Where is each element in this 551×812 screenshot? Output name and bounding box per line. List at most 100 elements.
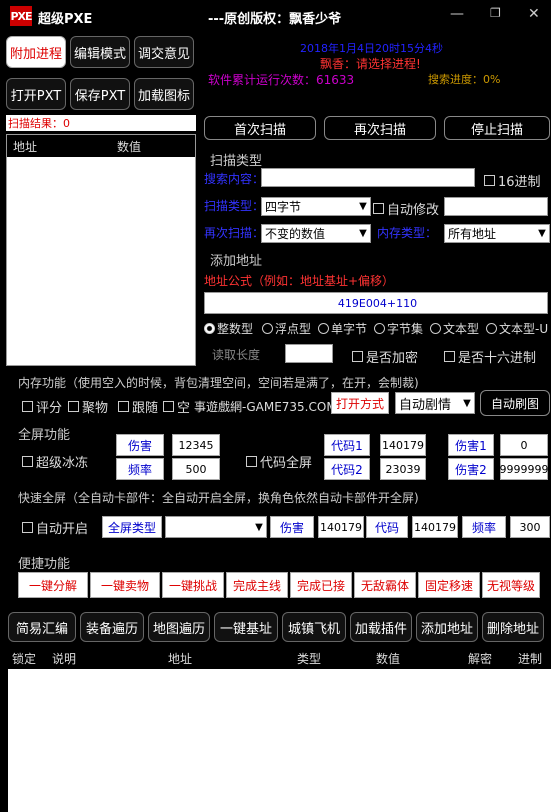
check-gather[interactable]: 聚物 [68, 397, 108, 416]
convenient-button-speed[interactable]: 固定移速 [418, 572, 480, 598]
address-table-body[interactable] [8, 669, 551, 812]
auto-modify-input[interactable] [444, 197, 548, 216]
auto-map-button[interactable]: 自动刷图 [480, 390, 550, 416]
scan-result-list[interactable]: 地址 数值 [6, 134, 196, 366]
harm2-button[interactable]: 伤害2 [448, 458, 494, 480]
check-empty[interactable]: 空 [163, 397, 190, 416]
open-pxt-button[interactable]: 打开PXT [6, 78, 66, 110]
convenient-button-sell[interactable]: 一键卖物 [90, 572, 160, 598]
map-traverse-button[interactable]: 地图遍历 [148, 612, 210, 642]
load-plugin-button[interactable]: 加载插件 [350, 612, 412, 642]
rescan-select[interactable]: 不变的数值 ▼ [261, 224, 371, 243]
scan-type-label: 扫描类型： [204, 199, 265, 213]
auto-modify-checkbox[interactable]: 自动修改 [373, 199, 439, 218]
auto-open-checkbox[interactable]: 自动开启 [22, 518, 88, 537]
save-pxt-button[interactable]: 保存PXT [70, 78, 130, 110]
minimize-icon[interactable]: — [450, 6, 464, 22]
chevron-down-icon: ▼ [359, 228, 367, 239]
code1-value[interactable]: 140179 [380, 434, 426, 456]
check-follow[interactable]: 跟随 [118, 397, 158, 416]
radio-float[interactable]: 浮点型 [262, 320, 311, 337]
convenient-button-invincible[interactable]: 无敌霸体 [354, 572, 416, 598]
auto-modify-label: 自动修改 [387, 203, 440, 218]
code2-button[interactable]: 代码2 [324, 458, 370, 480]
quick-code-value[interactable]: 140179 [412, 516, 458, 538]
harm-value[interactable]: 12345 [172, 434, 220, 456]
check-gather-label: 聚物 [82, 401, 109, 416]
quick-code-button[interactable]: 代码 [366, 516, 408, 538]
hex-checkbox[interactable]: 是否十六进制 [444, 347, 536, 366]
chevron-down-icon: ▼ [359, 201, 367, 212]
search-content-input[interactable] [261, 168, 475, 187]
harm1-value[interactable]: 0 [500, 434, 548, 456]
check-empty-label: 空 [177, 401, 191, 416]
next-scan-button[interactable]: 再次扫描 [324, 116, 436, 140]
tab-attach-process[interactable]: 附加进程 [6, 36, 66, 68]
stop-scan-button[interactable]: 停止扫描 [444, 116, 550, 140]
one-key-base-button[interactable]: 一键基址 [214, 612, 278, 642]
convenient-button-accepted[interactable]: 完成已接 [290, 572, 352, 598]
mem-type-select[interactable]: 所有地址 ▼ [444, 224, 550, 243]
radio-byte-label: 单字节 [331, 322, 368, 336]
first-scan-button[interactable]: 首次扫描 [204, 116, 316, 140]
fullscreen-type-button[interactable]: 全屏类型 [102, 516, 162, 538]
town-plane-button[interactable]: 城镇飞机 [282, 612, 346, 642]
check-score[interactable]: 评分 [22, 397, 62, 416]
restore-icon[interactable]: ❐ [490, 6, 501, 20]
radio-byteset[interactable]: 字节集 [374, 320, 423, 337]
simple-asm-button[interactable]: 简易汇编 [8, 612, 76, 642]
read-length-input[interactable] [285, 344, 333, 363]
mem-type-label: 内存类型： [377, 226, 438, 240]
col-value: 数值 [376, 651, 401, 666]
harm-button[interactable]: 伤害 [116, 434, 164, 456]
freq-value[interactable]: 500 [172, 458, 220, 480]
radio-integer[interactable]: 整数型 [204, 320, 253, 337]
tab-edit-mode[interactable]: 编辑模式 [70, 36, 130, 68]
datetime-text: 2018年1月4日20时15分4秒 [300, 42, 443, 55]
col-desc: 说明 [52, 651, 77, 666]
convenient-button-main-quest[interactable]: 完成主线 [226, 572, 288, 598]
app-title: 超级PXE [38, 12, 93, 27]
equip-traverse-button[interactable]: 装备遍历 [80, 612, 144, 642]
hex-label: 是否十六进制 [458, 351, 537, 366]
watermark-text: 事遊戲網-GAME735.COM [194, 398, 337, 415]
code-full-checkbox[interactable]: 代码全屏 [246, 452, 312, 471]
scan-type-select[interactable]: 四字节 ▼ [261, 197, 371, 216]
radio-text[interactable]: 文本型 [430, 320, 479, 337]
auto-plot-select[interactable]: 自动剧情 ▼ [395, 392, 475, 414]
freq-button[interactable]: 频率 [116, 458, 164, 480]
encrypted-label: 是否加密 [366, 351, 419, 366]
formula-input[interactable]: 419E004+110 [204, 292, 548, 314]
convenient-button-challenge[interactable]: 一键挑战 [162, 572, 224, 598]
tab-feedback[interactable]: 调交意见 [134, 36, 194, 68]
delete-address-button[interactable]: 删除地址 [482, 612, 544, 642]
radio-byte[interactable]: 单字节 [318, 320, 367, 337]
code1-button[interactable]: 代码1 [324, 434, 370, 456]
radio-text-u-label: 文本型-U [499, 322, 549, 336]
quick-harm-button[interactable]: 伤害 [270, 516, 314, 538]
fullscreen-title: 全屏功能 [18, 428, 71, 443]
harm2-value[interactable]: 9999999 [500, 458, 549, 480]
encrypted-checkbox[interactable]: 是否加密 [352, 347, 418, 366]
convenient-button-decompose[interactable]: 一键分解 [18, 572, 88, 598]
convenient-button-ignore-level[interactable]: 无视等级 [482, 572, 540, 598]
code2-value[interactable]: 23039 [380, 458, 426, 480]
add-address-button[interactable]: 添加地址 [416, 612, 478, 642]
quick-freq-value[interactable]: 300 [510, 516, 550, 538]
app-subtitle: ---原创版权：飘香少爷 [208, 12, 342, 27]
col-lock: 锁定 [12, 651, 37, 666]
radio-float-label: 浮点型 [275, 322, 312, 336]
radio-text-u[interactable]: 文本型-U [486, 320, 551, 337]
quick-harm-value[interactable]: 140179 [318, 516, 364, 538]
quick-freq-button[interactable]: 频率 [462, 516, 506, 538]
harm1-button[interactable]: 伤害1 [448, 434, 494, 456]
hex16-checkbox[interactable]: 16进制 [484, 171, 541, 190]
super-freeze-checkbox[interactable]: 超级冰冻 [22, 452, 88, 471]
close-icon[interactable]: ✕ [528, 6, 540, 22]
open-way-button[interactable]: 打开方式 [331, 392, 389, 414]
load-icon-button[interactable]: 加载图标 [134, 78, 194, 110]
fullscreen-type-select[interactable]: ▼ [165, 516, 267, 538]
bottom-toolbar: 简易汇编 装备遍历 地图遍历 一键基址 城镇飞机 加载插件 添加地址 删除地址 [8, 612, 544, 642]
scan-type-value: 四字节 [265, 200, 302, 214]
scan-result-label: 扫描结果：0 [6, 115, 196, 131]
